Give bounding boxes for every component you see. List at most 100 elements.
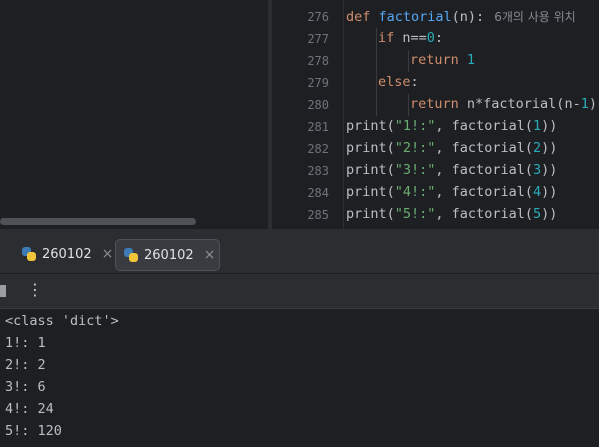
code-line[interactable]: 283 print("3!:", factorial(3)) [272,160,599,182]
indent-guide [376,28,377,50]
line-number: 276 [307,10,329,24]
console-line: 2!: 2 [5,357,46,373]
tab-label: 260102 [144,247,194,263]
console-line: <class 'dict'> [5,313,119,329]
code-text: print("1!:", factorial(1)) [346,118,557,134]
indent-guide [408,50,409,72]
code-token: 0 [426,30,435,46]
run-tab[interactable]: 260102 × [18,239,117,269]
code-token: n*factorial(n- [466,96,581,112]
line-number: 279 [307,76,329,90]
console-line: 4!: 24 [5,401,54,417]
code-line[interactable]: 285 print("5!:", factorial(5)) [272,204,599,226]
code-token: )) [541,206,558,222]
code-line[interactable]: 277 if n==0: [272,28,599,50]
code-token: ( [386,184,395,200]
code-token: , factorial( [435,206,533,222]
indent-guide [408,94,409,116]
code-token: ) [588,96,597,112]
code-token: print [346,140,387,156]
code-token: return [410,96,467,112]
code-token: print [346,206,387,222]
project-pane [0,0,268,229]
code-token: "1!:" [394,118,436,134]
code-text: return 1 [410,52,475,68]
code-token: )) [541,162,558,178]
code-token: , factorial( [435,162,533,178]
horizontal-scrollbar[interactable] [0,218,196,225]
line-number: 280 [307,98,329,112]
code-token: )) [541,118,558,134]
console-line: 1!: 1 [5,335,46,351]
more-options-icon[interactable]: ⋮ [27,280,43,299]
line-number: 281 [307,120,329,134]
code-text: print("4!:", factorial(4)) [346,184,557,200]
usages-hint[interactable]: 6개의 사용 위치 [494,10,576,24]
close-icon[interactable]: × [204,247,216,263]
indent-guide [376,50,377,72]
code-token: 4 [532,184,542,200]
console-output[interactable]: <class 'dict'> 1!: 1 2!: 2 3!: 6 4!: 24 5!: 1… [0,309,599,447]
code-line[interactable]: 284 print("4!:", factorial(4)) [272,182,599,204]
code-line[interactable]: 276 def factorial(n): 6개의 사용 위치 [272,6,599,28]
code-token: "4!:" [394,184,436,200]
code-text: print("3!:", factorial(3)) [346,162,557,178]
code-token: 1 [580,96,589,112]
code-token: "5!:" [394,206,436,222]
code-text: return n*factorial(n-1) [410,96,597,112]
close-icon[interactable]: × [102,246,114,262]
python-icon [22,247,36,261]
code-token: ( [386,206,395,222]
run-toolbar: ⋮ [0,274,599,309]
code-token: ( [386,140,395,156]
code-text: print("2!:", factorial(2)) [346,140,557,156]
code-text: if n==0: [378,30,443,46]
line-number: 285 [307,208,329,222]
run-tab-active[interactable]: 260102 × [115,239,221,271]
code-token: "2!:" [394,140,436,156]
tab-label: 260102 [42,246,92,262]
code-token: return [410,52,467,68]
code-token: : [410,74,419,90]
code-token: ( [386,118,395,134]
code-text: else: [378,74,419,90]
code-text: def factorial(n): 6개의 사용 위치 [346,8,576,25]
code-token: "3!:" [394,162,436,178]
code-token: 1 [532,118,542,134]
line-number: 284 [307,186,329,200]
code-line[interactable]: 280 return n*factorial(n-1) [272,94,599,116]
code-token: def [346,9,379,25]
code-line[interactable]: 279 else: [272,72,599,94]
code-token: n== [402,30,427,46]
line-number: 278 [307,54,329,68]
code-line[interactable]: 278 return 1 [272,50,599,72]
console-line: 3!: 6 [5,379,46,395]
indent-guide [376,72,377,94]
code-token: 2 [532,140,542,156]
code-token: 5 [532,206,542,222]
code-token: ( [386,162,395,178]
code-token: , factorial( [435,118,533,134]
code-token: if [378,30,403,46]
code-token: else [378,74,411,90]
indent-guide [376,94,377,116]
code-token: , factorial( [435,140,533,156]
line-number: 282 [307,142,329,156]
run-tabs: 260102 × 260102 × [0,236,599,274]
code-text: print("5!:", factorial(5)) [346,206,557,222]
code-token: 3 [532,162,542,178]
code-token: )) [541,184,558,200]
python-icon [124,248,138,262]
code-editor[interactable]: 276 def factorial(n): 6개의 사용 위치 277 if n==0:… [272,0,599,229]
code-token: print [346,162,387,178]
code-token: )) [541,140,558,156]
code-token: (n): [451,9,485,25]
stop-icon[interactable] [0,285,6,297]
code-line[interactable]: 282 print("2!:", factorial(2)) [272,138,599,160]
code-token: , factorial( [435,184,533,200]
line-number: 277 [307,32,329,46]
console-line: 5!: 120 [5,423,62,439]
code-token: print [346,184,387,200]
code-line[interactable]: 281 print("1!:", factorial(1)) [272,116,599,138]
panel-divider[interactable] [0,229,599,236]
